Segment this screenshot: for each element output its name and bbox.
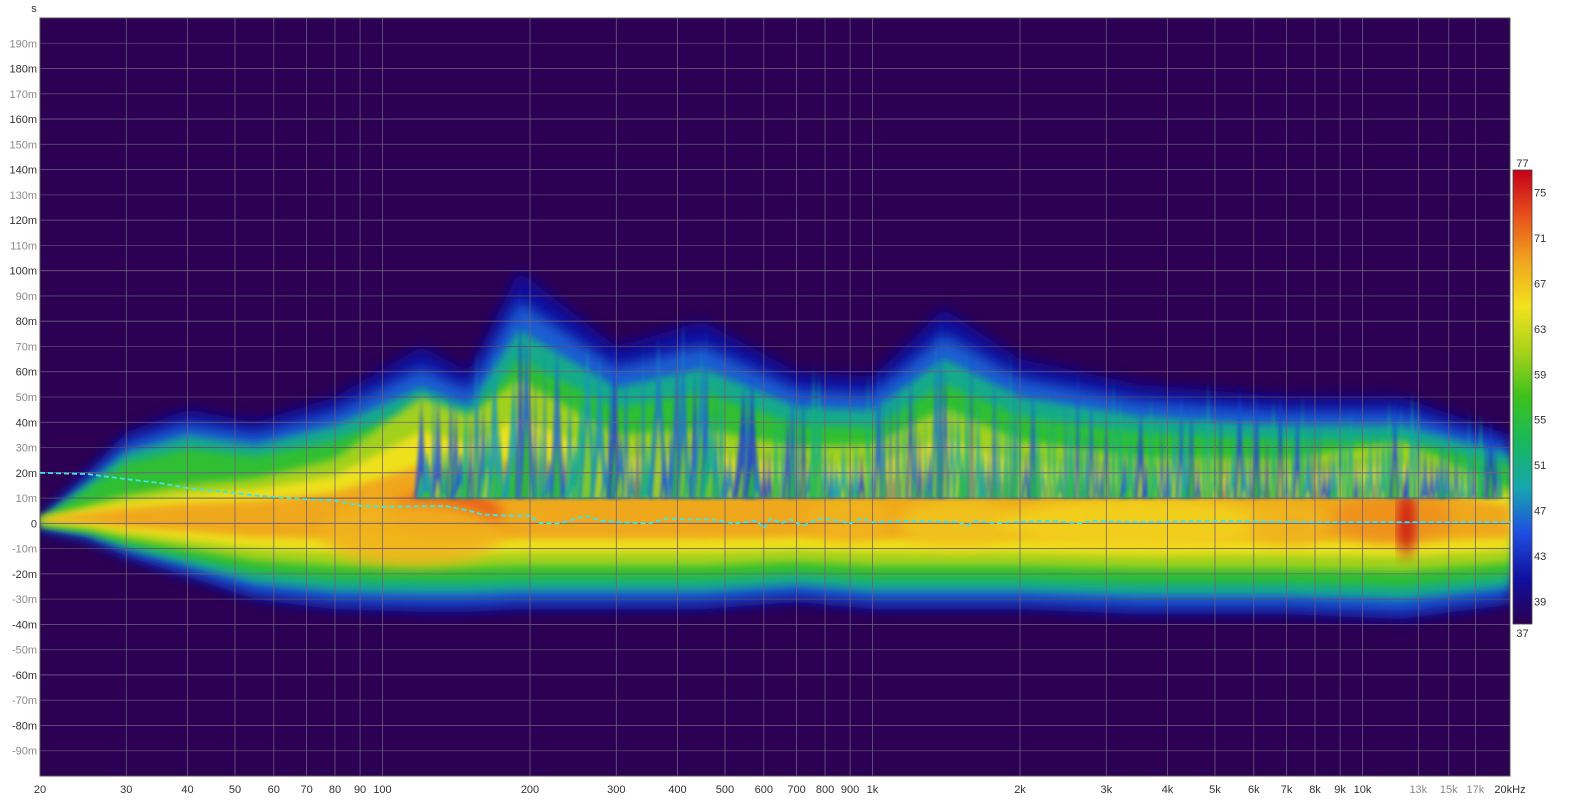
colorbar-tick-label: 67 xyxy=(1534,279,1546,291)
colorbar-tick-label: 51 xyxy=(1534,460,1546,472)
x-tick-label: 700 xyxy=(787,784,805,796)
y-tick-label: 120m xyxy=(9,215,37,227)
y-tick-label: 70m xyxy=(16,341,37,353)
x-tick-label: 40 xyxy=(181,784,193,796)
colorbar-gradient xyxy=(1512,169,1533,625)
y-tick-label: -70m xyxy=(12,695,37,707)
y-tick-label: 100m xyxy=(9,266,37,278)
colorbar-max-label: 77 xyxy=(1516,158,1528,170)
y-tick-label: -40m xyxy=(12,619,37,631)
x-tick-label: 10k xyxy=(1354,784,1372,796)
x-tick-label: 2k xyxy=(1014,784,1026,796)
y-axis-unit-label: s xyxy=(31,3,37,15)
y-axis: 190m 180m 170m 160m 150m 140m 130m 120m 110m 100m… xyxy=(9,38,37,757)
x-tick-label: 20 xyxy=(34,784,46,796)
x-tick-label: 70 xyxy=(300,784,312,796)
y-tick-label: -90m xyxy=(12,746,37,758)
x-tick-label: 900 xyxy=(841,784,859,796)
y-tick-label: 180m xyxy=(9,64,37,76)
colorbar-tick-label: 43 xyxy=(1534,551,1546,563)
x-tick-label: 20kHz xyxy=(1494,784,1525,796)
y-tick-label: 160m xyxy=(9,114,37,126)
y-tick-label: -50m xyxy=(12,645,37,657)
x-tick-label: 500 xyxy=(716,784,734,796)
y-tick-label: 190m xyxy=(9,38,37,50)
x-tick-label: 4k xyxy=(1162,784,1174,796)
x-tick-label: 7k xyxy=(1281,784,1293,796)
x-tick-label: 17k xyxy=(1467,784,1485,796)
y-tick-label: 130m xyxy=(9,190,37,202)
y-tick-label: 80m xyxy=(16,316,37,328)
y-tick-label: 40m xyxy=(16,417,37,429)
y-tick-label: -80m xyxy=(12,720,37,732)
x-tick-label: 60 xyxy=(268,784,280,796)
x-tick-label: 100 xyxy=(373,784,391,796)
energy-hotspot xyxy=(1332,494,1453,543)
colorbar-tick-label: 39 xyxy=(1534,596,1546,608)
x-tick-label: 400 xyxy=(668,784,686,796)
x-tick-label: 200 xyxy=(521,784,539,796)
x-tick-label: 3k xyxy=(1100,784,1112,796)
x-tick-label: 300 xyxy=(607,784,625,796)
x-tick-label: 80 xyxy=(329,784,341,796)
y-tick-label: 140m xyxy=(9,165,37,177)
x-tick-label: 30 xyxy=(120,784,132,796)
y-tick-label: -10m xyxy=(12,544,37,556)
x-tick-label: 9k xyxy=(1334,784,1346,796)
x-tick-label: 5k xyxy=(1209,784,1221,796)
y-tick-label: 90m xyxy=(16,291,37,303)
y-tick-label: 110m xyxy=(10,240,37,252)
y-tick-label: 170m xyxy=(9,89,37,101)
x-tick-label: 50 xyxy=(229,784,241,796)
colorbar-min-label: 37 xyxy=(1516,628,1528,640)
x-tick-label: 800 xyxy=(816,784,834,796)
colorbar-tick-label: 75 xyxy=(1534,188,1546,200)
y-tick-label: -20m xyxy=(12,569,37,581)
y-tick-label: -30m xyxy=(12,594,37,606)
spectrogram-chart: s 190m 180m 170m 160m 150m 140m 130m 120m 110m 10… xyxy=(9,3,1546,796)
y-tick-label: 0 xyxy=(31,518,37,530)
colorbar-tick-label: 55 xyxy=(1534,415,1546,427)
x-tick-label: 1k xyxy=(867,784,879,796)
colorbar-tick-label: 47 xyxy=(1534,506,1546,518)
y-tick-label: 150m xyxy=(9,139,37,151)
x-tick-label: 13k xyxy=(1409,784,1427,796)
colorbar-tick-label: 71 xyxy=(1534,233,1546,245)
y-tick-label: 10m xyxy=(16,493,37,505)
y-tick-label: -60m xyxy=(12,670,37,682)
x-tick-label: 600 xyxy=(755,784,773,796)
energy-hotspot xyxy=(322,501,503,566)
colorbar-tick-label: 63 xyxy=(1534,324,1546,336)
x-axis: 20 30 40 50 60 70 80 90 100 200 300 400 500 600 700 800… xyxy=(34,784,1526,796)
y-tick-label: 50m xyxy=(16,392,37,404)
colorbar-legend: 77 37 75 71 67 63 59 55 51 47 43 39 xyxy=(1512,158,1546,640)
y-tick-label: 60m xyxy=(16,367,37,379)
colorbar-tick-label: 59 xyxy=(1534,369,1546,381)
x-tick-label: 6k xyxy=(1248,784,1260,796)
y-tick-label: 30m xyxy=(16,443,37,455)
x-tick-label: 8k xyxy=(1309,784,1321,796)
y-tick-label: 20m xyxy=(16,468,37,480)
x-tick-label: 15k xyxy=(1440,784,1458,796)
x-tick-label: 90 xyxy=(354,784,366,796)
